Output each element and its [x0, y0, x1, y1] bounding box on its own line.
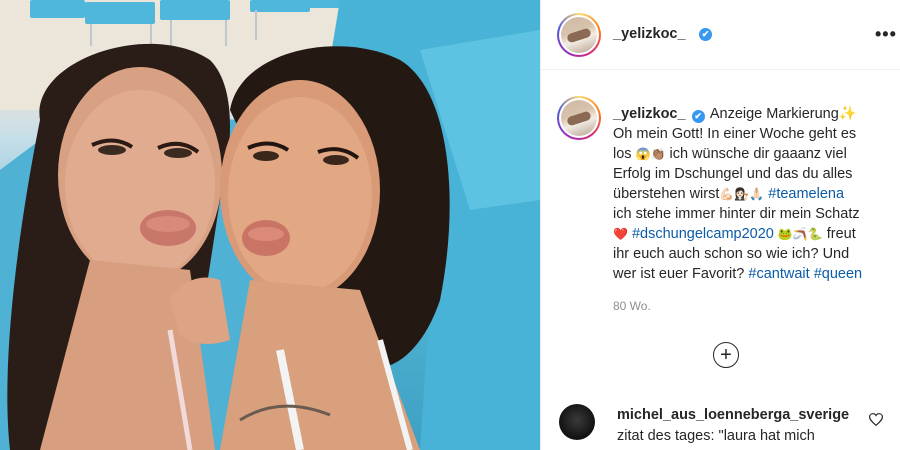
hashtag-queen[interactable]: #queen — [814, 266, 862, 282]
verified-badge-icon: ✔ — [699, 28, 712, 41]
caption-author-username[interactable]: _yelizkoc_ — [613, 106, 686, 122]
post-sidebar: _yelizkoc_ ✔ ••• _yelizkoc_ ✔ Anzeige Ma… — [540, 0, 900, 450]
caption-text-1: Anzeige Markierung✨ — [709, 106, 857, 122]
caption-text-7b: freut — [822, 226, 856, 242]
post-header: _yelizkoc_ ✔ ••• — [541, 0, 900, 70]
comment-text: zitat des tages: "laura hat mich — [617, 428, 815, 444]
caption-line-2: Oh mein Gott! In einer Woche geht es — [613, 126, 857, 142]
caption-emoji-5: 💪🏻👩🏻‍⚖️🙏🏻 — [719, 187, 765, 201]
author-avatar-image — [561, 17, 597, 53]
author-avatar-inner — [559, 15, 599, 55]
caption-text-9a: wer ist euer Favorit? — [613, 266, 749, 282]
heart-icon-svg — [868, 413, 884, 427]
caption-emoji-3: 😱👏🏽 — [635, 147, 666, 161]
caption-verified-badge-icon: ✔ — [691, 110, 705, 123]
post-caption: _yelizkoc_ ✔ Anzeige Markierung✨ Oh mein… — [613, 104, 891, 284]
plus-circle-icon[interactable]: + — [713, 342, 739, 368]
caption-emoji-7b: 🐸🪃🐍 — [777, 227, 823, 241]
post-timestamp[interactable]: 80 Wo. — [613, 299, 651, 313]
caption-line-7: ❤️ #dschungelcamp2020 🐸🪃🐍 freut — [613, 224, 891, 244]
post-photo-illustration — [0, 0, 540, 450]
caption-text-3b: ich wünsche dir gaaanz viel — [665, 146, 847, 162]
caption-line-5: überstehen wirst💪🏻👩🏻‍⚖️🙏🏻 #teamelena — [613, 184, 891, 204]
comment-avatar[interactable] — [559, 404, 595, 440]
caption-line-4: Erfolg im Dschungel und das du alles — [613, 166, 853, 182]
caption-author-avatar[interactable] — [557, 96, 601, 140]
caption-author-avatar-inner — [559, 98, 599, 138]
author-avatar[interactable] — [557, 13, 601, 57]
caption-text-3a: los — [613, 146, 636, 162]
caption-line-3: los 😱👏🏽 ich wünsche dir gaaanz viel — [613, 144, 891, 164]
caption-line-9: wer ist euer Favorit? #cantwait #queen — [613, 264, 891, 284]
caption-line-8: ihr euch auch schon so wie ich? Und — [613, 246, 850, 262]
hashtag-dschungelcamp2020[interactable]: #dschungelcamp2020 — [632, 226, 774, 242]
post-photo[interactable] — [0, 0, 540, 450]
comment-username[interactable]: michel_aus_loenneberga_sverige — [617, 407, 849, 423]
caption-line-6: ich stehe immer hinter dir mein Schatz — [613, 206, 860, 222]
heart-icon[interactable] — [868, 413, 884, 429]
caption-emoji-7: ❤️ — [613, 227, 628, 241]
caption-author-avatar-image — [561, 100, 597, 136]
hashtag-teamelena[interactable]: #teamelena — [768, 186, 844, 202]
caption-line-1: _yelizkoc_ ✔ Anzeige Markierung✨ — [613, 104, 891, 124]
author-username[interactable]: _yelizkoc_ — [613, 26, 686, 42]
hashtag-cantwait[interactable]: #cantwait — [748, 266, 809, 282]
caption-text-5a: überstehen wirst — [613, 186, 720, 202]
more-options-icon[interactable]: ••• — [875, 24, 897, 45]
